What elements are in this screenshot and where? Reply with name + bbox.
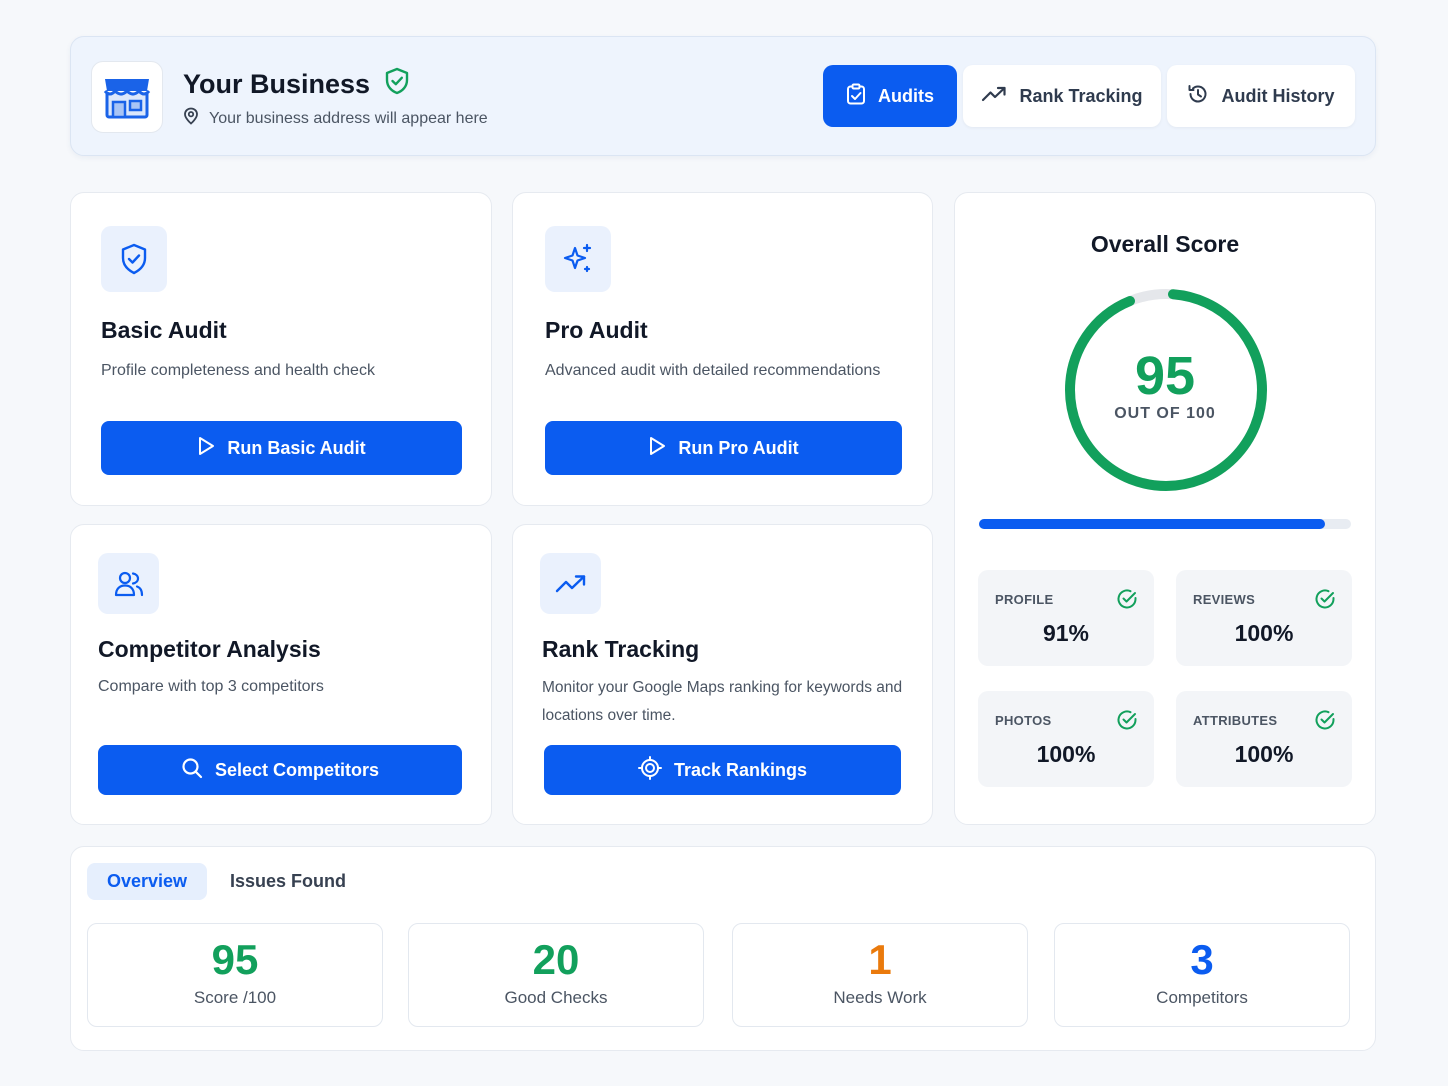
rank-tracking-card: Rank Tracking Monitor your Google Maps r… (512, 524, 933, 825)
target-icon (637, 755, 662, 785)
tab-issues-found[interactable]: Issues Found (217, 863, 359, 900)
overall-score-subtitle: OUT OF 100 (1114, 405, 1216, 422)
competitor-analysis-desc: Compare with top 3 competitors (98, 678, 324, 695)
nav-audits-label: Audits (878, 85, 934, 106)
select-competitors-button[interactable]: Select Competitors (98, 745, 462, 795)
overall-score-value: 95 (1134, 346, 1196, 406)
competitor-analysis-card: Competitor Analysis Compare with top 3 c… (70, 524, 492, 825)
score-progress-bar (979, 519, 1351, 529)
business-header: Your Business Your business address will… (70, 36, 1376, 156)
stat-label: Competitors (1156, 988, 1248, 1007)
sparkles-icon (545, 226, 611, 292)
rank-tracking-desc: Monitor your Google Maps ranking for key… (542, 679, 903, 724)
users-icon (98, 553, 159, 614)
basic-audit-card: Basic Audit Profile completeness and hea… (70, 192, 492, 506)
run-pro-audit-label: Run Pro Audit (678, 437, 799, 458)
score-progress-fill (979, 519, 1325, 529)
track-rankings-button[interactable]: Track Rankings (544, 745, 901, 795)
overall-score-card: Overall Score 95 OUT OF 100 PROFILE 91% … (954, 192, 1376, 825)
nav-audit-history-button[interactable]: Audit History (1167, 65, 1355, 127)
basic-audit-title: Basic Audit (101, 317, 227, 343)
stat-value: 1 (868, 936, 892, 983)
stat-competitors: 3 Competitors (1054, 923, 1350, 1027)
nav-rank-tracking-button[interactable]: Rank Tracking (963, 65, 1161, 127)
clipboard-check-icon (846, 83, 866, 110)
metric-value: 100% (1234, 741, 1294, 767)
metric-attributes: ATTRIBUTES 100% (1176, 691, 1352, 787)
metric-value: 100% (1036, 741, 1096, 767)
stat-label: Needs Work (833, 988, 927, 1007)
search-icon (181, 757, 203, 784)
metric-label: PROFILE (995, 592, 1054, 607)
stat-good-checks: 20 Good Checks (408, 923, 704, 1027)
pro-audit-desc: Advanced audit with detailed recommendat… (545, 362, 881, 379)
run-basic-audit-button[interactable]: Run Basic Audit (101, 421, 462, 475)
tab-overview[interactable]: Overview (87, 863, 207, 900)
metric-profile: PROFILE 91% (978, 570, 1154, 666)
verified-shield-icon (384, 67, 410, 102)
run-basic-audit-label: Run Basic Audit (227, 437, 366, 458)
stat-label: Good Checks (504, 988, 608, 1007)
check-circle-icon (1314, 709, 1336, 736)
metric-reviews: REVIEWS 100% (1176, 570, 1352, 666)
overview-panel: Overview Issues Found 95 Score /100 20 G… (70, 846, 1376, 1051)
stat-score: 95 Score /100 (87, 923, 383, 1027)
trending-up-icon (981, 86, 1007, 107)
metric-value: 91% (1042, 620, 1090, 646)
stat-value: 20 (532, 936, 580, 983)
metric-value: 100% (1234, 620, 1294, 646)
check-circle-icon (1116, 588, 1138, 615)
competitor-analysis-title: Competitor Analysis (98, 636, 321, 662)
pro-audit-title: Pro Audit (545, 317, 648, 343)
store-icon (91, 61, 163, 133)
nav-audits-button[interactable]: Audits (823, 65, 957, 127)
metric-label: ATTRIBUTES (1193, 713, 1278, 728)
check-circle-icon (1116, 709, 1138, 736)
overall-score-title: Overall Score (1090, 231, 1240, 257)
play-icon (197, 436, 215, 461)
nav-audit-history-label: Audit History (1221, 85, 1335, 106)
play-icon (648, 436, 666, 461)
trending-up-icon (540, 553, 601, 614)
pro-audit-card: Pro Audit Advanced audit with detailed r… (512, 192, 933, 506)
business-name: Your Business (183, 69, 371, 99)
shield-check-icon (101, 226, 167, 292)
basic-audit-desc: Profile completeness and health check (101, 362, 375, 379)
run-pro-audit-button[interactable]: Run Pro Audit (545, 421, 902, 475)
select-competitors-label: Select Competitors (214, 759, 380, 780)
stat-value: 3 (1190, 936, 1214, 983)
business-address: Your business address will appear here (209, 109, 488, 127)
stat-label: Score /100 (193, 988, 277, 1007)
track-rankings-label: Track Rankings (673, 759, 808, 780)
map-pin-icon (183, 107, 199, 130)
check-circle-icon (1314, 588, 1336, 615)
metric-label: REVIEWS (1193, 592, 1256, 607)
history-icon (1187, 83, 1209, 110)
metric-label: PHOTOS (995, 713, 1052, 728)
metric-photos: PHOTOS 100% (978, 691, 1154, 787)
nav-rank-tracking-label: Rank Tracking (1019, 85, 1143, 106)
rank-tracking-title: Rank Tracking (542, 636, 700, 662)
stat-value: 95 (211, 936, 259, 983)
stat-needs-work: 1 Needs Work (732, 923, 1028, 1027)
